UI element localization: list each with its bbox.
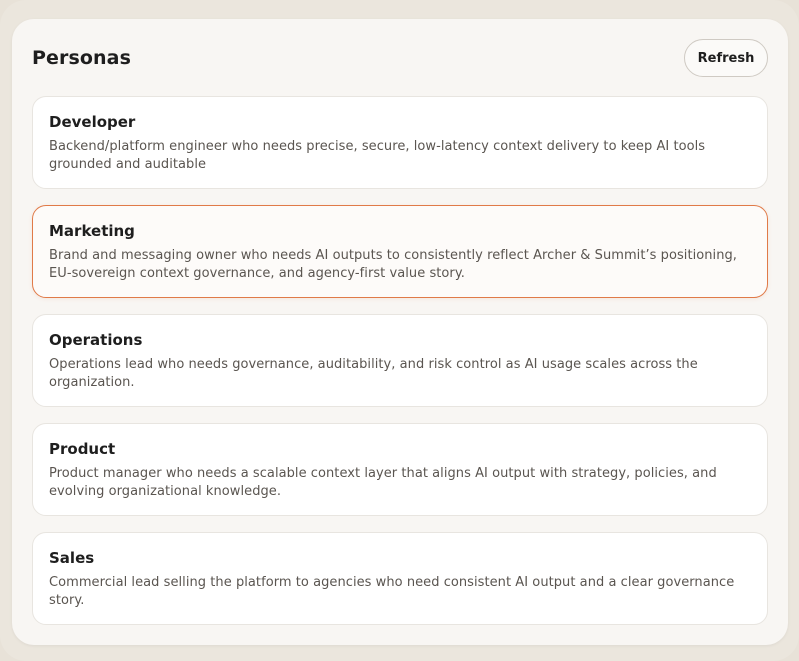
persona-name: Developer — [49, 113, 136, 131]
persona-card-sales[interactable]: Sales Commercial lead selling the platfo… — [32, 532, 768, 625]
persona-description: Backend/platform engineer who needs prec… — [49, 139, 706, 172]
persona-name: Product — [49, 440, 116, 458]
panel-header: Personas Refresh — [32, 39, 768, 79]
persona-list: Developer Backend/platform engineer who … — [32, 96, 768, 641]
persona-card-marketing[interactable]: Marketing Brand and messaging owner who … — [32, 205, 768, 298]
personas-panel: Personas Refresh Developer Backend/platf… — [12, 19, 788, 645]
persona-description: Brand and messaging owner who needs AI o… — [49, 248, 737, 281]
page-title: Personas — [32, 47, 132, 69]
persona-card-developer[interactable]: Developer Backend/platform engineer who … — [32, 96, 768, 189]
persona-name: Operations — [49, 331, 143, 349]
app-frame: Personas Refresh Developer Backend/platf… — [0, 0, 799, 661]
persona-description: Operations lead who needs governance, au… — [49, 357, 698, 390]
persona-name: Sales — [49, 549, 95, 567]
persona-card-operations[interactable]: Operations Operations lead who needs gov… — [32, 314, 768, 407]
persona-card-product[interactable]: Product Product manager who needs a scal… — [32, 423, 768, 516]
persona-description: Product manager who needs a scalable con… — [49, 466, 717, 499]
persona-description: Commercial lead selling the platform to … — [49, 575, 735, 608]
persona-name: Marketing — [49, 222, 135, 240]
refresh-button[interactable]: Refresh — [684, 39, 768, 77]
